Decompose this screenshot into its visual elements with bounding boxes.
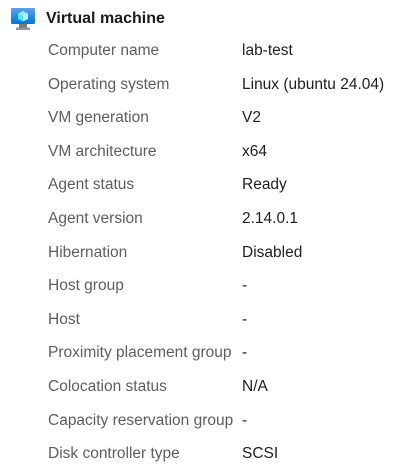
property-label: VM generation (48, 109, 149, 127)
property-label: Computer name (48, 42, 160, 60)
virtual-machine-icon (10, 6, 36, 32)
section-header: Virtual machine (10, 6, 165, 32)
property-value: N/A (242, 377, 268, 395)
property-row: Capacity reservation group - (48, 404, 414, 438)
property-row: Operating system Linux (ubuntu 24.04) (48, 68, 414, 102)
property-value: SCSI (242, 445, 279, 463)
property-label: Agent status (48, 176, 135, 194)
property-row: VM architecture x64 (48, 135, 414, 169)
property-row: Disk controller type SCSI (48, 437, 414, 471)
property-value: - (242, 411, 248, 429)
property-label: Colocation status (48, 377, 167, 395)
property-value: - (242, 277, 248, 295)
property-label: Disk controller type (48, 445, 180, 463)
property-row: Computer name lab-test (48, 34, 414, 68)
property-row: Proximity placement group - (48, 336, 414, 370)
property-row: Agent status Ready (48, 168, 414, 202)
property-value: Linux (ubuntu 24.04) (242, 75, 385, 93)
property-value: - (242, 310, 248, 328)
property-row: Host - (48, 303, 414, 337)
property-label: Proximity placement group (48, 344, 232, 362)
property-value: Ready (242, 176, 287, 194)
property-row: Host group - (48, 269, 414, 303)
property-row: Agent version 2.14.0.1 (48, 202, 414, 236)
property-label: Host (48, 310, 80, 328)
property-row: Hibernation Disabled (48, 236, 414, 270)
property-value: - (242, 344, 248, 362)
property-label: Hibernation (48, 243, 128, 261)
property-label: Host group (48, 277, 124, 295)
properties-list: Computer name lab-test Operating system … (48, 34, 414, 471)
section-title: Virtual machine (46, 10, 165, 27)
property-label: Agent version (48, 210, 143, 228)
property-label: Capacity reservation group (48, 411, 234, 429)
property-row: VM generation V2 (48, 101, 414, 135)
property-label: VM architecture (48, 142, 157, 160)
property-value: V2 (242, 109, 261, 127)
property-label: Operating system (48, 75, 170, 93)
property-value: x64 (242, 142, 267, 160)
property-value: lab-test (242, 42, 293, 60)
property-value: 2.14.0.1 (242, 210, 299, 228)
property-value: Disabled (242, 243, 303, 261)
property-row: Colocation status N/A (48, 370, 414, 404)
